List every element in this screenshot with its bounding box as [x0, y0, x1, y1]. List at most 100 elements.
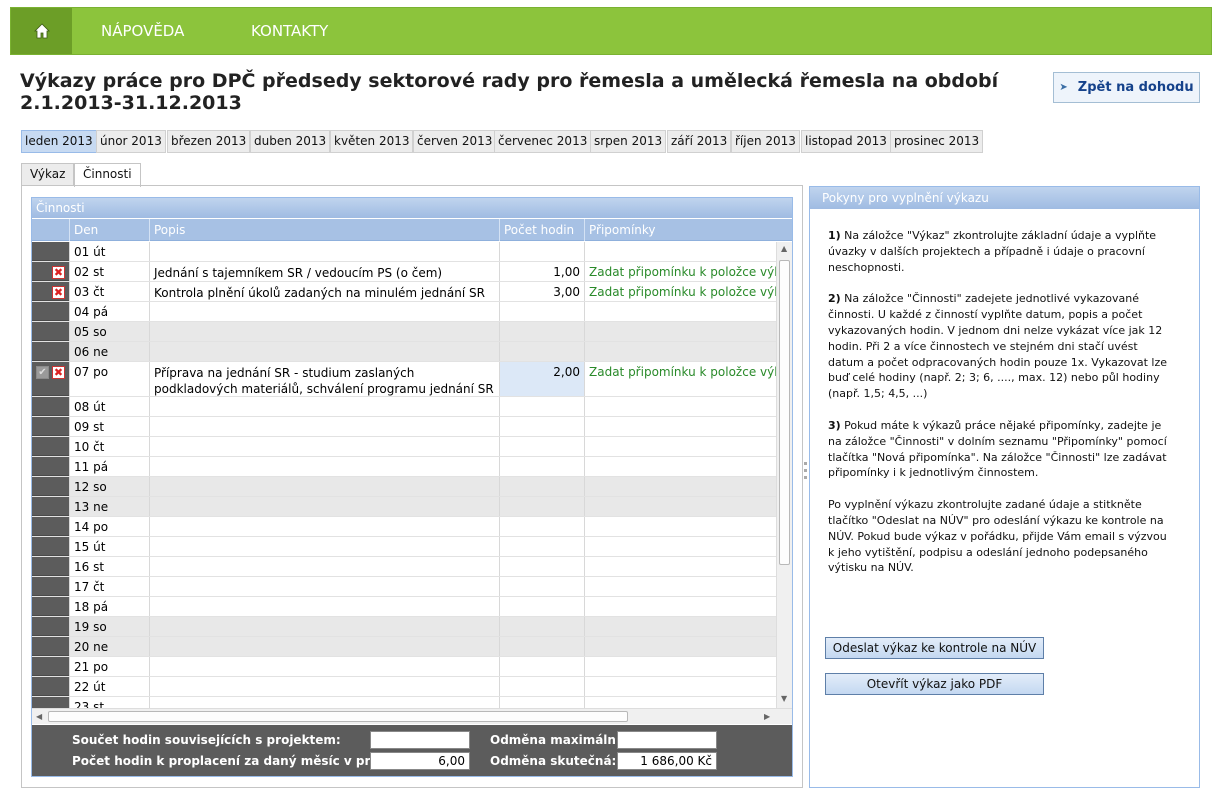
- cell-popis[interactable]: [149, 417, 499, 436]
- month-tab-unor[interactable]: únor 2013: [96, 130, 166, 153]
- cell-pocet-hodin[interactable]: [499, 322, 584, 341]
- cell-pocet-hodin[interactable]: [499, 537, 584, 556]
- cell-pocet-hodin[interactable]: [499, 242, 584, 261]
- cell-popis[interactable]: Příprava na jednání SR - studium zaslaný…: [149, 362, 499, 396]
- month-tab-prosinec[interactable]: prosinec 2013: [890, 130, 984, 153]
- cell-den[interactable]: 20 ne: [69, 637, 149, 656]
- cell-popis[interactable]: [149, 637, 499, 656]
- cell-den[interactable]: 12 so: [69, 477, 149, 496]
- odmena-maximalni-field[interactable]: [617, 731, 717, 749]
- cell-den[interactable]: 14 po: [69, 517, 149, 536]
- column-header-popis[interactable]: Popis: [149, 219, 499, 241]
- cell-popis[interactable]: [149, 677, 499, 696]
- cell-den[interactable]: 11 pá: [69, 457, 149, 476]
- cell-den[interactable]: 15 út: [69, 537, 149, 556]
- cell-popis[interactable]: [149, 577, 499, 596]
- cell-pocet-hodin[interactable]: [499, 697, 584, 708]
- odmena-skutecna-field[interactable]: 1 686,00 Kč: [617, 752, 717, 770]
- cell-pocet-hodin[interactable]: [499, 342, 584, 361]
- nav-link-kontakty[interactable]: KONTAKTY: [251, 22, 328, 40]
- cell-pocet-hodin[interactable]: [499, 457, 584, 476]
- cell-den[interactable]: 03 čt: [69, 282, 149, 301]
- table-row[interactable]: 09 st: [32, 417, 776, 437]
- cell-popis[interactable]: [149, 457, 499, 476]
- cell-popis[interactable]: Kontrola plnění úkolů zadaných na minulé…: [149, 282, 499, 301]
- month-tab-cervenec[interactable]: červenec 2013: [494, 130, 592, 153]
- scroll-right-icon[interactable]: ▶: [764, 712, 770, 721]
- cell-pocet-hodin[interactable]: [499, 557, 584, 576]
- cell-den[interactable]: 04 pá: [69, 302, 149, 321]
- home-button[interactable]: [11, 8, 72, 54]
- cell-popis[interactable]: Jednání s tajemníkem SR / vedoucím PS (o…: [149, 262, 499, 281]
- cell-pocet-hodin[interactable]: [499, 477, 584, 496]
- table-row[interactable]: 15 út: [32, 537, 776, 557]
- cell-popis[interactable]: [149, 477, 499, 496]
- month-tab-srpen[interactable]: srpen 2013: [590, 130, 667, 153]
- table-row[interactable]: 11 pá: [32, 457, 776, 477]
- table-row[interactable]: 18 pá: [32, 597, 776, 617]
- scroll-down-icon[interactable]: ▼: [781, 694, 787, 703]
- cell-pocet-hodin[interactable]: [499, 497, 584, 516]
- column-header-den[interactable]: Den: [69, 219, 149, 241]
- cell-pocet-hodin[interactable]: [499, 677, 584, 696]
- vertical-scrollbar[interactable]: ▲ ▼: [776, 242, 792, 708]
- cell-den[interactable]: 22 út: [69, 677, 149, 696]
- cell-popis[interactable]: [149, 437, 499, 456]
- table-row[interactable]: 12 so: [32, 477, 776, 497]
- scroll-up-icon[interactable]: ▲: [781, 244, 787, 253]
- table-row[interactable]: 05 so: [32, 322, 776, 342]
- cell-popis[interactable]: [149, 342, 499, 361]
- table-row[interactable]: 06 ne: [32, 342, 776, 362]
- month-tab-brezen[interactable]: březen 2013: [167, 130, 251, 153]
- cell-pocet-hodin[interactable]: 2,00: [499, 362, 584, 396]
- cell-pocet-hodin[interactable]: [499, 577, 584, 596]
- table-row[interactable]: ✖ 03 čt Kontrola plnění úkolů zadaných na …: [32, 282, 776, 302]
- table-row[interactable]: 21 po: [32, 657, 776, 677]
- cell-popis[interactable]: [149, 397, 499, 416]
- column-header-pripominky[interactable]: Připomínky: [584, 219, 776, 241]
- cell-pocet-hodin[interactable]: [499, 437, 584, 456]
- month-tab-rijen[interactable]: říjen 2013: [731, 130, 800, 153]
- cell-pocet-hodin[interactable]: [499, 397, 584, 416]
- month-tab-duben[interactable]: duben 2013: [250, 130, 331, 153]
- cell-pocet-hodin[interactable]: [499, 617, 584, 636]
- open-pdf-button[interactable]: Otevřít výkaz jako PDF: [825, 673, 1044, 695]
- soucet-hodin-field[interactable]: [370, 731, 470, 749]
- month-tab-cerven[interactable]: červen 2013: [413, 130, 497, 153]
- delete-icon[interactable]: ✖: [52, 366, 65, 379]
- cell-den[interactable]: 07 po: [69, 362, 149, 396]
- cell-pripominky-link[interactable]: Zadat připomínku k položce výkazu: [584, 362, 776, 396]
- cell-den[interactable]: 16 st: [69, 557, 149, 576]
- cell-pocet-hodin[interactable]: [499, 597, 584, 616]
- horizontal-scrollbar[interactable]: ◀ ▶: [32, 708, 792, 724]
- table-row[interactable]: 01 út: [32, 242, 776, 262]
- cell-pocet-hodin[interactable]: 3,00: [499, 282, 584, 301]
- tab-vykaz[interactable]: Výkaz: [21, 163, 75, 186]
- checkmark-icon[interactable]: ✔: [36, 366, 49, 379]
- delete-icon[interactable]: ✖: [52, 266, 65, 279]
- cell-den[interactable]: 13 ne: [69, 497, 149, 516]
- cell-pocet-hodin[interactable]: 1,00: [499, 262, 584, 281]
- vertical-scroll-thumb[interactable]: [779, 260, 790, 565]
- month-tab-leden[interactable]: leden 2013: [21, 130, 97, 153]
- cell-den[interactable]: 10 čt: [69, 437, 149, 456]
- cell-den[interactable]: 08 út: [69, 397, 149, 416]
- table-row[interactable]: 22 út: [32, 677, 776, 697]
- cell-pocet-hodin[interactable]: [499, 417, 584, 436]
- send-for-review-button[interactable]: Odeslat výkaz ke kontrole na NÚV: [825, 637, 1044, 659]
- cell-popis[interactable]: [149, 322, 499, 341]
- cell-pocet-hodin[interactable]: [499, 302, 584, 321]
- hodiny-k-proplaceni-field[interactable]: 6,00: [370, 752, 470, 770]
- month-tab-zari[interactable]: září 2013: [667, 130, 732, 153]
- cell-den[interactable]: 06 ne: [69, 342, 149, 361]
- cell-popis[interactable]: [149, 597, 499, 616]
- horizontal-scroll-thumb[interactable]: [48, 711, 628, 722]
- cell-popis[interactable]: [149, 557, 499, 576]
- cell-pocet-hodin[interactable]: [499, 637, 584, 656]
- tab-cinnosti[interactable]: Činnosti: [74, 163, 141, 187]
- cell-popis[interactable]: [149, 302, 499, 321]
- back-to-agreement-button[interactable]: ➤ Zpět na dohodu: [1053, 72, 1200, 103]
- cell-den[interactable]: 17 čt: [69, 577, 149, 596]
- cell-den[interactable]: 19 so: [69, 617, 149, 636]
- table-row[interactable]: 10 čt: [32, 437, 776, 457]
